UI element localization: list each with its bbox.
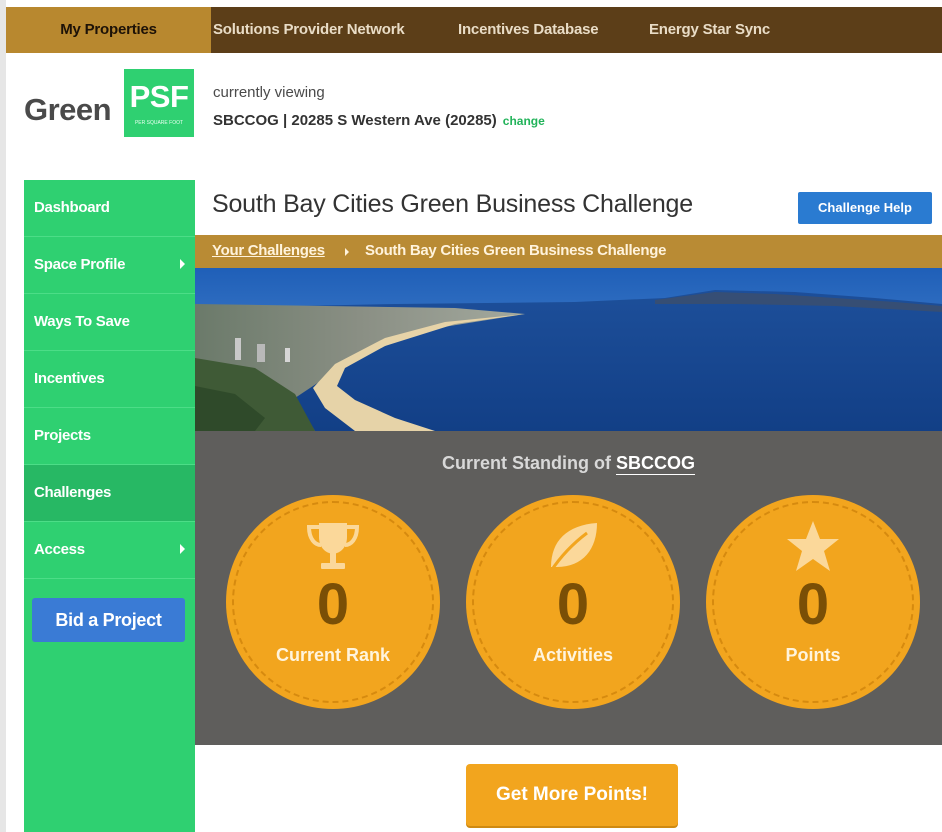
stat-label: Current Rank [275,645,391,665]
sidebar-item-label: Ways To Save [34,313,130,330]
breadcrumb-current: South Bay Cities Green Business Challeng… [365,242,667,259]
standing-org-link[interactable]: SBCCOG [616,453,695,473]
breadcrumb: Your Challenges South Bay Cities Green B… [195,235,942,268]
logo-text-green: Green [24,92,112,127]
stat-label: Activities [532,645,614,665]
get-more-points-button[interactable]: Get More Points! [466,764,678,826]
nav-solutions-provider-network[interactable]: Solutions Provider Network [213,7,405,53]
change-property-link[interactable]: change [503,114,545,128]
nav-my-properties[interactable]: My Properties [6,7,211,53]
sidebar-item-space-profile[interactable]: Space Profile [24,237,195,294]
sidebar: Dashboard Space Profile Ways To Save Inc… [24,180,195,832]
sidebar-item-label: Incentives [34,370,105,387]
sidebar-item-access[interactable]: Access [24,522,195,579]
sidebar-item-label: Dashboard [34,199,110,216]
trophy-icon [306,523,360,569]
standing-title-prefix: Current Standing of [441,453,611,473]
sidebar-item-label: Challenges [34,484,112,501]
nav-incentives-database[interactable]: Incentives Database [458,7,599,53]
bid-a-project-button[interactable]: Bid a Project [32,598,185,642]
challenge-help-button[interactable]: Challenge Help [798,192,932,224]
stat-points: 0 Points [706,495,920,709]
sidebar-item-incentives[interactable]: Incentives [24,351,195,408]
stat-value: 0 [556,572,590,637]
sidebar-item-label: Space Profile [34,256,126,273]
chevron-right-icon [180,259,185,269]
current-property: SBCCOG | 20285 S Western Ave (20285) chan… [213,112,545,129]
logo-text-psf: PSF [129,79,189,114]
sidebar-item-projects[interactable]: Projects [24,408,195,465]
stat-current-rank: 0 Current Rank [226,495,440,709]
stat-value: 0 [796,572,830,637]
leaf-icon [549,523,597,572]
standing-title: Current Standing of SBCCOG [195,453,942,474]
breadcrumb-your-challenges[interactable]: Your Challenges [212,242,325,259]
stat-value: 0 [316,572,350,637]
sidebar-item-label: Projects [34,427,91,444]
star-icon [787,521,839,571]
chevron-right-icon [180,544,185,554]
sidebar-item-ways-to-save[interactable]: Ways To Save [24,294,195,351]
stat-label: Points [785,645,841,665]
sidebar-item-challenges[interactable]: Challenges [24,465,195,522]
top-nav: My Properties Solutions Provider Network… [6,7,942,53]
sidebar-item-dashboard[interactable]: Dashboard [24,180,195,237]
property-name: SBCCOG | 20285 S Western Ave (20285) [213,112,497,129]
stat-activities: 0 Activities [466,495,680,709]
hero-coastline-image [195,268,942,431]
coastline-illustration [195,268,942,431]
logo-box: PSF PER SQUARE FOOT [124,69,194,137]
page-edge [0,0,6,832]
breadcrumb-chevron-icon [345,248,349,256]
nav-energy-star-sync[interactable]: Energy Star Sync [649,7,770,53]
greenpsf-logo[interactable]: Green PSF PER SQUARE FOOT [20,69,194,137]
currently-viewing-label: currently viewing [213,84,325,101]
current-standing-panel: Current Standing of SBCCOG 0 Current Ran… [195,431,942,745]
logo-subtitle: PER SQUARE FOOT [134,120,184,126]
page-title: South Bay Cities Green Business Challeng… [212,190,693,218]
sidebar-item-label: Access [34,541,85,558]
